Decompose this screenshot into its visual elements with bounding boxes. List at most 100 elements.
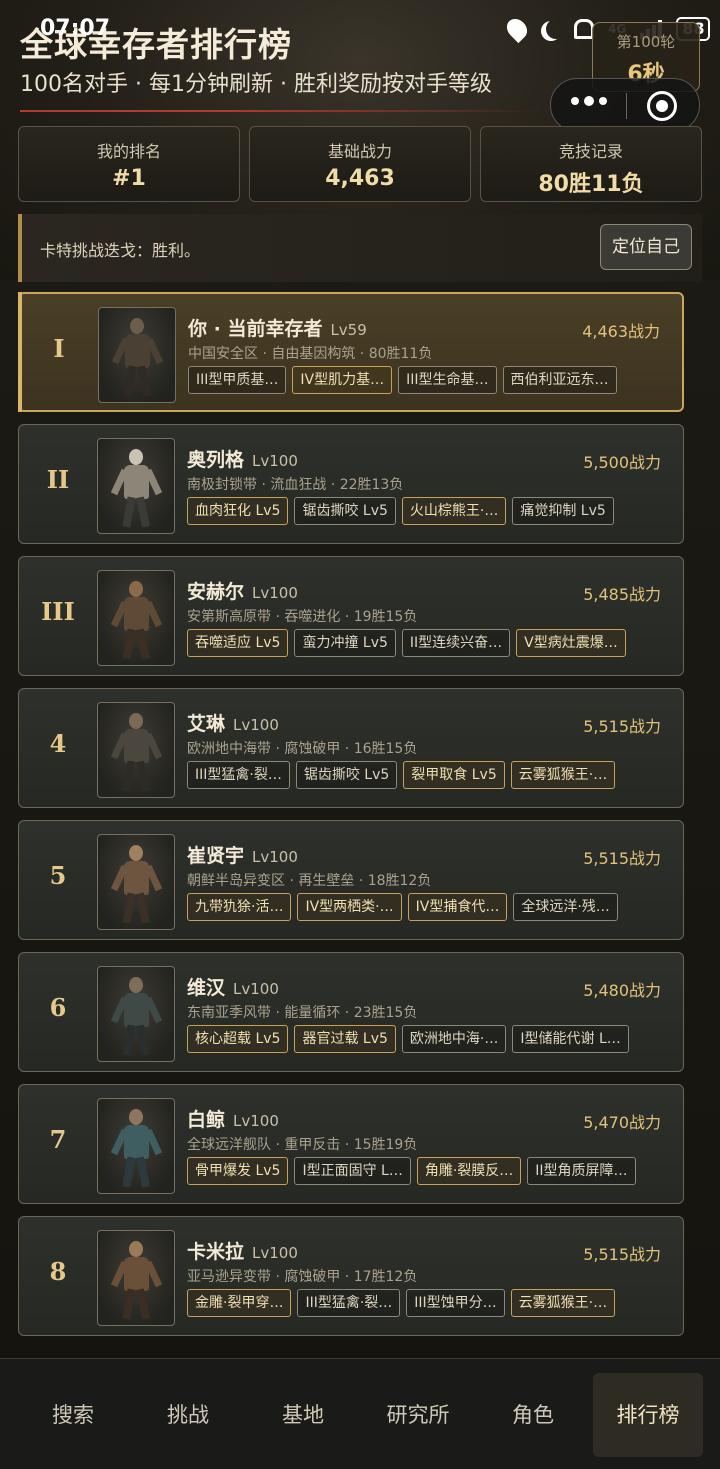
leaderboard-row-self[interactable]: I 你 · 当前幸存者 Lv59 4,463战力 中国安全区 · 自由基因构筑 ·… (18, 292, 684, 412)
skill-tag: 核心超载 Lv5 (187, 1025, 289, 1053)
nav-tab-1[interactable]: 挑战 (133, 1373, 243, 1457)
rank-number: I (53, 334, 65, 363)
stat-label: 竞技记录 (558, 142, 623, 161)
skill-tag: III型猛禽·裂… (187, 761, 290, 789)
player-name: 安赫尔 Lv100 (187, 577, 298, 604)
notice-text: 卡特挑战迭戈：胜利。 (40, 241, 201, 260)
stat-value: 4,463 (325, 166, 395, 191)
locate-self-button[interactable]: 定位自己 (600, 224, 692, 270)
skill-tag: 金雕·裂甲穿… (187, 1289, 292, 1317)
skill-tag: 火山棕熊王·… (401, 497, 507, 525)
leaderboard-row[interactable]: III 安赫尔 Lv100 5,485战力 安第斯高原带 · 吞噬进化 · 19胜… (18, 556, 684, 676)
skill-tag: I型正面固守 L… (294, 1157, 411, 1185)
skill-tags: 骨甲爆发 Lv5 I型正面固守 L… 角雕·裂膜反… II型角质屏障… (187, 1157, 636, 1185)
skill-tag: III型甲质基… (188, 366, 287, 394)
nav-tab-4[interactable]: 角色 (478, 1373, 588, 1457)
close-target-icon[interactable] (647, 91, 677, 121)
avatar (97, 1098, 175, 1194)
leaderboard-row[interactable]: 8 卡米拉 Lv100 5,515战力 亚马逊异变带 · 腐蚀破甲 · 17胜12… (18, 1216, 684, 1336)
player-power: 4,463战力 (582, 322, 660, 341)
player-info: 亚马逊异变带 · 腐蚀破甲 · 17胜12负 (187, 1269, 418, 1285)
skill-tags: 金雕·裂甲穿… III型猛禽·裂… III型蚀甲分… 云雾狐猴王·… (187, 1289, 616, 1317)
skill-tag: 全球远洋·残… (513, 893, 618, 921)
skill-tags: 吞噬适应 Lv5 蛮力冲撞 Lv5 II型连续兴奋… V型病灶震爆… (187, 629, 626, 657)
stat-my-rank: 我的排名 #1 (18, 126, 240, 202)
leaderboard-row[interactable]: 4 艾琳 Lv100 5,515战力 欧洲地中海带 · 腐蚀破甲 · 16胜15负… (18, 688, 684, 808)
round-label: 第100轮 (616, 33, 676, 51)
player-level: Lv100 (252, 1244, 298, 1262)
skill-tag: 痛觉抑制 Lv5 (512, 497, 614, 525)
avatar (97, 570, 175, 666)
player-power: 5,515战力 (583, 717, 661, 736)
player-name: 艾琳 Lv100 (187, 709, 279, 736)
nav-tab-3[interactable]: 研究所 (363, 1373, 473, 1457)
player-info: 全球远洋舰队 · 重甲反击 · 15胜19负 (187, 1137, 418, 1153)
player-name-text: 艾琳 (187, 713, 226, 735)
moon-icon (546, 19, 566, 39)
skill-tag: 骨甲爆发 Lv5 (187, 1157, 289, 1185)
leaderboard-row[interactable]: 7 白鲸 Lv100 5,470战力 全球远洋舰队 · 重甲反击 · 15胜19负… (18, 1084, 684, 1204)
nav-tab-5[interactable]: 排行榜 (593, 1373, 703, 1457)
stat-base-power: 基础战力 4,463 (249, 126, 471, 202)
skill-tag: 欧洲地中海·… (401, 1025, 507, 1053)
skill-tag: III型猛禽·裂… (297, 1289, 401, 1317)
player-info: 朝鲜半岛异变区 · 再生壁垒 · 18胜12负 (187, 873, 432, 889)
rank-number: 6 (49, 993, 67, 1022)
title-divider (20, 110, 540, 112)
player-info: 南极封锁带 · 流血狂战 · 22胜13负 (187, 477, 404, 493)
leaderboard-row[interactable]: II 奥列格 Lv100 5,500战力 南极封锁带 · 流血狂战 · 22胜13… (18, 424, 684, 544)
nav-tab-2[interactable]: 基地 (248, 1373, 358, 1457)
nav-tab-0[interactable]: 搜索 (18, 1373, 128, 1457)
capsule-divider (626, 93, 627, 119)
leaderboard-row[interactable]: 5 崔贤宇 Lv100 5,515战力 朝鲜半岛异变区 · 再生壁垒 · 18胜1… (18, 820, 684, 940)
avatar (97, 702, 175, 798)
player-level: Lv100 (233, 1112, 279, 1130)
mini-program-capsule (550, 78, 700, 132)
location-icon (502, 14, 532, 44)
stat-value: 80胜11负 (538, 172, 644, 197)
player-name-text: 崔贤宇 (187, 845, 245, 867)
skill-tag: IV型两栖类·… (297, 893, 402, 921)
player-power: 5,515战力 (583, 1245, 661, 1264)
skill-tag: 云雾狐猴王·… (510, 1289, 616, 1317)
skill-tag: II型连续兴奋… (401, 629, 511, 657)
skill-tag: 裂甲取食 Lv5 (403, 761, 505, 789)
player-power: 5,515战力 (583, 849, 661, 868)
skill-tag: 西伯利亚远东… (502, 366, 617, 394)
rank-number: II (46, 465, 70, 494)
player-level: Lv100 (233, 716, 279, 734)
player-name-text: 白鲸 (187, 1109, 226, 1131)
skill-tag: 蛮力冲撞 Lv5 (294, 629, 396, 657)
mute-bell-icon (574, 19, 594, 39)
more-options-icon[interactable] (571, 96, 607, 106)
player-name: 白鲸 Lv100 (187, 1105, 279, 1132)
player-name: 奥列格 Lv100 (187, 445, 298, 472)
skill-tag: 九带犰狳·活… (187, 893, 292, 921)
skill-tag: 锯齿撕咬 Lv5 (295, 761, 398, 789)
player-name: 你 · 当前幸存者 Lv59 (188, 314, 367, 341)
avatar (97, 1230, 175, 1326)
avatar (97, 966, 175, 1062)
player-name-text: 维汉 (187, 977, 226, 999)
player-level: Lv100 (252, 584, 298, 602)
rank-number: 4 (49, 729, 67, 758)
player-name: 维汉 Lv100 (187, 973, 279, 1000)
player-name-text: 奥列格 (187, 449, 245, 471)
skill-tag: I型储能代谢 L… (512, 1025, 629, 1053)
stat-value: #1 (112, 166, 146, 191)
battle-notice: 卡特挑战迭戈：胜利。 定位自己 (18, 214, 702, 282)
rank-number: 5 (49, 861, 67, 890)
player-info: 东南亚季风带 · 能量循环 · 23胜15负 (187, 1005, 418, 1021)
skill-tag: V型病灶震爆… (516, 629, 626, 657)
skill-tag: II型角质屏障… (527, 1157, 636, 1185)
player-level: Lv100 (233, 980, 279, 998)
player-info: 中国安全区 · 自由基因构筑 · 80胜11负 (188, 346, 433, 362)
bottom-nav: 搜索 挑战 基地 研究所 角色 排行榜 (0, 1358, 720, 1469)
avatar (97, 438, 175, 534)
avatar (98, 307, 176, 403)
player-name: 卡米拉 Lv100 (187, 1237, 298, 1264)
leaderboard-row[interactable]: 6 维汉 Lv100 5,480战力 东南亚季风带 · 能量循环 · 23胜15负… (18, 952, 684, 1072)
player-power: 5,480战力 (583, 981, 661, 1000)
skill-tags: III型猛禽·裂… 锯齿撕咬 Lv5 裂甲取食 Lv5 云雾狐猴王·… (187, 761, 616, 789)
player-name-text: 你 · 当前幸存者 (188, 318, 323, 340)
